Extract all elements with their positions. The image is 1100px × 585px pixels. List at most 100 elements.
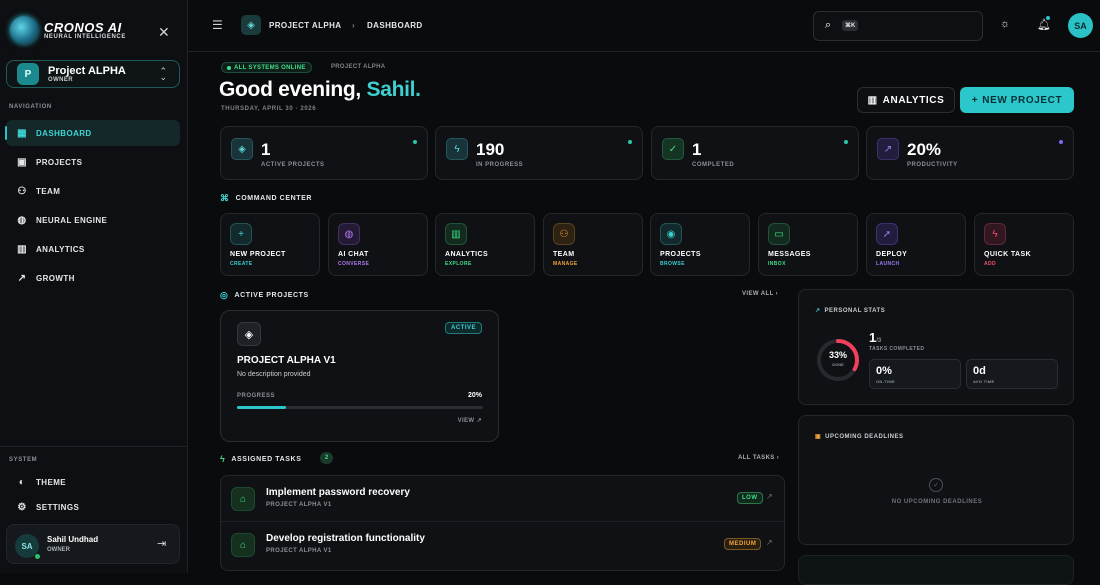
view-project-link[interactable]: VIEW ↗ (458, 417, 482, 424)
command-title: MESSAGES (768, 251, 811, 258)
task-project: PROJECT ALPHA V1 (266, 502, 332, 508)
sidebar-item-settings[interactable]: ⚙ SETTINGS (6, 494, 180, 520)
command-subtitle: INBOX (768, 261, 786, 267)
sidebar-item-team[interactable]: ⚇ TEAM (6, 178, 180, 204)
command-subtitle: LAUNCH (876, 261, 900, 267)
brand-tagline: NEURAL INTELLIGENCE (44, 33, 126, 40)
brand-name: CRONOS AI (44, 19, 122, 35)
sidebar-item-projects[interactable]: ▣ PROJECTS (6, 149, 180, 175)
palette-icon: ◐ (18, 476, 26, 488)
brain-icon: ◍ (17, 214, 27, 226)
bell-icon[interactable]: 🔔︎ (1037, 18, 1051, 31)
target-icon: ◎ (220, 290, 229, 300)
search-input[interactable]: ⌕ ⌘K (813, 11, 983, 41)
on-time-value: 0% (876, 365, 892, 377)
arrow-up-right-icon[interactable]: ↗ (766, 492, 773, 501)
new-project-button[interactable]: + NEW PROJECT (960, 87, 1074, 113)
analytics-button[interactable]: ▥ ANALYTICS (857, 87, 955, 113)
task-project: PROJECT ALPHA V1 (266, 548, 332, 554)
task-row[interactable]: ⌂ Develop registration functionality PRO… (221, 522, 784, 567)
status-badge: ALL SYSTEMS ONLINE (221, 62, 312, 73)
command-deploy[interactable]: ➚ DEPLOY LAUNCH (866, 213, 966, 276)
priority-badge: LOW (737, 492, 763, 504)
command-projects[interactable]: ◉ PROJECTS BROWSE (650, 213, 750, 276)
user-name: Sahil Undhad (47, 535, 99, 544)
project-card[interactable]: ◈ ACTIVE PROJECT ALPHA V1 No description… (220, 310, 499, 442)
sidebar-item-dashboard[interactable]: ▦ DASHBOARD (5, 120, 180, 146)
arrow-up-right-icon[interactable]: ↗ (766, 538, 773, 547)
breadcrumb-page: DASHBOARD (367, 21, 423, 30)
sidebar-item-growth[interactable]: ↗ GROWTH (6, 265, 180, 291)
command-icon: ⌘ (220, 193, 230, 203)
command-title: TEAM (553, 251, 575, 258)
page-title: Good evening, Sahil. (219, 78, 421, 102)
tasks-done-label: TASKS COMPLETED (869, 346, 925, 352)
command-new-project[interactable]: + NEW PROJECT CREATE (220, 213, 320, 276)
greeting-name: Sahil (366, 78, 416, 101)
command-analytics[interactable]: ▥ ANALYTICS EXPLORE (435, 213, 535, 276)
command-subtitle: BROWSE (660, 261, 685, 267)
close-sidebar-icon[interactable]: ✕ (158, 24, 170, 41)
stat-card-active-projects: ◈ 1 ACTIVE PROJECTS (220, 126, 428, 180)
command-team[interactable]: ⚇ TEAM MANAGE (543, 213, 643, 276)
breadcrumb-project[interactable]: PROJECT ALPHA (269, 21, 341, 30)
search-shortcut: ⌘K (842, 20, 859, 31)
layers-icon: ◈ (237, 322, 261, 346)
check-circle-icon: ✓ (662, 138, 684, 160)
current-date: THURSDAY, APRIL 30 · 2026 (221, 106, 317, 112)
trending-up-icon: ↗ (877, 138, 899, 160)
layers-icon: ◈ (231, 138, 253, 160)
stat-label: COMPLETED (692, 162, 735, 168)
progress-value: 20% (467, 392, 482, 399)
task-title: Develop registration functionality (266, 533, 425, 544)
bar-chart-icon: ▥ (867, 94, 878, 106)
breadcrumb-separator: › (352, 21, 356, 30)
status-badge: ACTIVE (444, 322, 482, 334)
stat-label: ACTIVE PROJECTS (261, 162, 325, 168)
ring-label: DONE (832, 362, 844, 367)
project-card-description: No description provided (237, 371, 311, 378)
theme-toggle-icon[interactable]: ☼ (1000, 18, 1010, 30)
sidebar-item-neural-engine[interactable]: ◍ NEURAL ENGINE (6, 207, 180, 233)
briefcase-icon: ▣ (17, 156, 27, 168)
brand-logo-icon (10, 16, 38, 44)
stat-indicator-dot (628, 140, 632, 144)
sidebar-item-theme[interactable]: ◐ THEME (6, 469, 180, 495)
personal-stats-heading: ↗ PERSONAL STATS (815, 307, 885, 315)
brand: CRONOS AI NEURAL INTELLIGENCE (10, 16, 126, 44)
sidebar-item-label: DASHBOARD (36, 128, 92, 138)
task-row[interactable]: ⌂ Implement password recovery PROJECT AL… (221, 476, 784, 521)
command-subtitle: MANAGE (553, 261, 578, 267)
bolt-icon: ϟ (984, 223, 1006, 245)
project-selector[interactable]: P Project ALPHA OWNER ⌃ ⌄ (6, 60, 180, 88)
stat-indicator-dot (844, 140, 848, 144)
sidebar-item-label: GROWTH (36, 273, 75, 283)
command-title: AI CHAT (338, 251, 369, 258)
status-dot (227, 65, 231, 70)
menu-icon[interactable]: ☰ (212, 18, 223, 32)
plus-icon: + (971, 94, 979, 106)
command-messages[interactable]: ▭ MESSAGES INBOX (758, 213, 858, 276)
stat-card-productivity: ↗ 20% PRODUCTIVITY (866, 126, 1074, 180)
sidebar-item-label: SETTINGS (36, 502, 80, 512)
all-tasks-link[interactable]: ALL TASKS › (738, 455, 779, 461)
sidebar-item-analytics[interactable]: ▥ ANALYTICS (6, 236, 180, 262)
command-quick-task[interactable]: ϟ QUICK TASK ADD (974, 213, 1074, 276)
avg-time-value: 0d (973, 365, 986, 377)
task-list: ⌂ Implement password recovery PROJECT AL… (220, 475, 785, 571)
avatar[interactable]: SA (1068, 13, 1093, 38)
status-project: PROJECT ALPHA (331, 64, 386, 70)
logout-icon[interactable]: ⇥ (157, 537, 166, 550)
sidebar-item-label: TEAM (36, 186, 61, 196)
partial-card (798, 555, 1074, 585)
user-card[interactable]: SA Sahil Undhad OWNER ⇥ (6, 524, 180, 564)
message-icon: ▭ (768, 223, 790, 245)
sidebar-divider (0, 446, 187, 447)
view-all-link[interactable]: VIEW ALL › (742, 291, 778, 297)
command-center-heading: ⌘ COMMAND CENTER (220, 193, 312, 204)
on-time-label: ON-TIME (876, 379, 895, 384)
section-title: COMMAND CENTER (235, 195, 313, 202)
command-ai-chat[interactable]: ◍ AI CHAT CONVERSE (328, 213, 428, 276)
analytics-button-label: ANALYTICS (882, 94, 945, 106)
brain-icon: ◍ (338, 223, 360, 245)
